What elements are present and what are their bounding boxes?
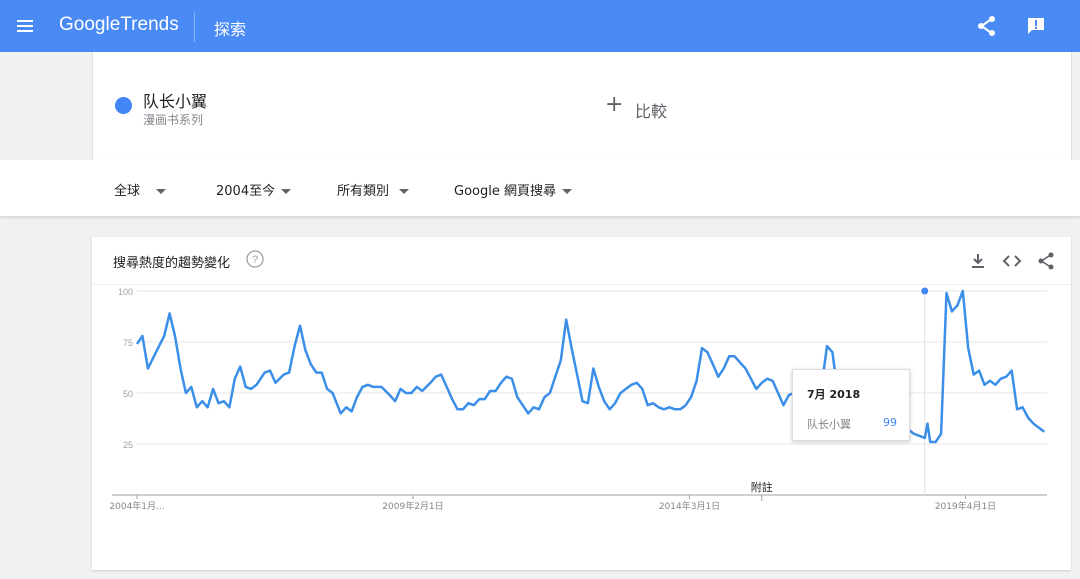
region-filter[interactable]: 全球 xyxy=(114,180,167,199)
svg-text:?: ? xyxy=(252,254,258,266)
filter-bar: 全球 2004至今 所有類別 Google 網頁搜尋 xyxy=(0,160,1080,217)
chevron-down-icon xyxy=(561,189,572,194)
interest-over-time-card: 搜尋熱度的趨勢變化 ? 100 75 50 25 2004年1月... 2009年2月1日… xyxy=(92,237,1071,570)
tooltip-date: 7月 2018 xyxy=(807,388,861,401)
compare-label: 比較 xyxy=(635,102,668,121)
x-tick-label: 2009年2月1日 xyxy=(382,500,443,512)
compare-button[interactable]: + 比較 xyxy=(581,52,1072,160)
search-term-name[interactable]: 队长小翼 xyxy=(143,88,207,112)
y-tick-label: 50 xyxy=(123,389,133,399)
chart-header: 搜尋熱度的趨勢變化 ? xyxy=(92,237,1071,285)
chart-tooltip: 7月 2018 队长小翼 99 xyxy=(792,369,910,441)
tooltip-value: 99 xyxy=(883,416,897,429)
highlight-point xyxy=(920,286,930,296)
time-filter[interactable]: 2004至今 xyxy=(216,180,292,199)
chevron-down-icon xyxy=(156,189,167,194)
logo-trends-text: Trends xyxy=(120,14,179,35)
tooltip-term: 队长小翼 xyxy=(807,418,851,431)
y-tick-label: 25 xyxy=(123,440,133,450)
chart-title: 搜尋熱度的趨勢變化 xyxy=(113,256,231,271)
help-icon[interactable]: ? xyxy=(246,250,264,268)
y-tick-label: 75 xyxy=(123,338,133,348)
annotation-label: 附註 xyxy=(751,480,773,494)
hamburger-icon[interactable] xyxy=(14,14,38,38)
term-color-dot xyxy=(115,97,132,114)
search-type-filter-label: Google 網頁搜尋 xyxy=(454,184,556,199)
chevron-down-icon xyxy=(399,189,410,194)
x-tick-label: 2014年3月1日 xyxy=(659,500,720,512)
y-tick-label: 100 xyxy=(118,287,133,297)
page-title: 探索 xyxy=(214,20,247,39)
x-tick-label: 2019年4月1日 xyxy=(935,500,996,512)
search-term-card[interactable]: 队长小翼 漫画书系列 xyxy=(92,52,582,160)
category-filter[interactable]: 所有類別 xyxy=(337,180,410,199)
search-term-type: 漫画书系列 xyxy=(143,113,204,127)
chevron-down-icon xyxy=(281,189,292,194)
top-app-bar: GoogleTrends 探索 xyxy=(0,0,1080,52)
share-icon[interactable] xyxy=(975,14,999,38)
search-terms-bar: 队长小翼 漫画书系列 + 比較 xyxy=(0,52,1080,160)
logo-google-text: Google xyxy=(59,14,121,35)
category-filter-label: 所有類別 xyxy=(337,184,390,199)
share-icon[interactable] xyxy=(1036,251,1056,271)
google-trends-logo[interactable]: GoogleTrends xyxy=(59,14,179,36)
embed-code-icon[interactable] xyxy=(1002,251,1022,271)
feedback-icon[interactable] xyxy=(1024,14,1048,38)
search-type-filter[interactable]: Google 網頁搜尋 xyxy=(454,180,572,199)
trend-line-chart[interactable]: 100 75 50 25 2004年1月... 2009年2月1日 2014年3月1日 201… xyxy=(92,285,1071,570)
plus-icon: + xyxy=(605,92,624,117)
x-tick-label: 2004年1月... xyxy=(109,500,164,512)
region-filter-label: 全球 xyxy=(114,184,141,199)
download-icon[interactable] xyxy=(968,251,988,271)
header-divider xyxy=(194,12,195,42)
time-filter-label: 2004至今 xyxy=(216,184,276,199)
